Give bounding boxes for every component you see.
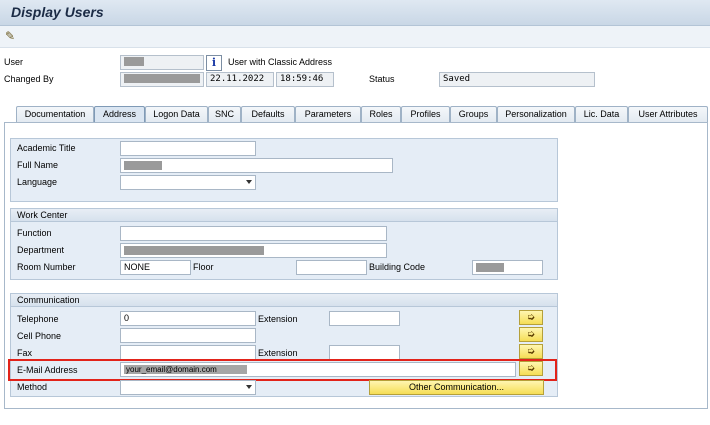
method-label: Method	[17, 382, 48, 392]
tab-groups[interactable]: Groups	[450, 106, 497, 122]
method-dropdown[interactable]	[120, 380, 256, 395]
user-type-text: User with Classic Address	[228, 57, 333, 67]
function-field[interactable]	[120, 226, 387, 241]
redacted-building-code	[476, 263, 504, 273]
title-bar	[0, 0, 710, 26]
tab-user-attributes[interactable]: User Attributes	[628, 106, 708, 122]
application-toolbar	[0, 26, 710, 48]
chevron-down-icon	[246, 385, 252, 389]
tab-defaults[interactable]: Defaults	[241, 106, 295, 122]
language-dropdown[interactable]	[120, 175, 256, 190]
full-name-field[interactable]	[120, 158, 393, 173]
tab-personalization[interactable]: Personalization	[497, 106, 575, 122]
redacted-changed-by	[124, 74, 200, 83]
fax-more-button[interactable]: ➭	[519, 344, 543, 359]
changed-date-field[interactable]: 22.11.2022	[206, 72, 274, 87]
user-label: User	[4, 57, 24, 67]
building-code-field[interactable]	[472, 260, 543, 275]
changed-by-label: Changed By	[4, 74, 54, 84]
work-center-title: Work Center	[11, 209, 557, 222]
redacted-user	[124, 57, 144, 66]
communication-title: Communication	[11, 294, 557, 307]
chevron-down-icon	[246, 180, 252, 184]
floor-label: Floor	[193, 262, 214, 272]
cell-phone-more-button[interactable]: ➭	[519, 327, 543, 342]
tab-lic-data[interactable]: Lic. Data	[575, 106, 628, 122]
page-title: Display Users	[11, 4, 104, 20]
telephone-more-button[interactable]: ➭	[519, 310, 543, 325]
tab-address[interactable]: Address	[94, 106, 145, 123]
room-number-field[interactable]: NONE	[120, 260, 191, 275]
status-label: Status	[369, 74, 395, 84]
function-label: Function	[17, 228, 52, 238]
academic-title-label: Academic Title	[17, 143, 76, 153]
email-label: E-Mail Address	[17, 365, 78, 375]
language-label: Language	[17, 177, 58, 187]
tab-documentation[interactable]: Documentation	[16, 106, 94, 122]
fax-field[interactable]	[120, 345, 256, 360]
full-name-label: Full Name	[17, 160, 59, 170]
floor-field[interactable]	[296, 260, 367, 275]
tab-roles[interactable]: Roles	[361, 106, 401, 122]
redacted-department	[124, 246, 264, 256]
changed-time-field[interactable]: 18:59:46	[276, 72, 334, 87]
status-field[interactable]: Saved	[439, 72, 595, 87]
telephone-extension-field[interactable]	[329, 311, 400, 326]
telephone-label: Telephone	[17, 314, 59, 324]
user-field[interactable]	[120, 55, 204, 70]
tab-profiles[interactable]: Profiles	[401, 106, 450, 122]
info-icon[interactable]: i	[206, 55, 222, 71]
tab-logon-data[interactable]: Logon Data	[145, 106, 208, 122]
building-code-label: Building Code	[369, 262, 426, 272]
extension-label: Extension	[258, 314, 298, 324]
tab-strip: Documentation Address Logon Data SNC Def…	[0, 106, 710, 123]
room-number-label: Room Number	[17, 262, 76, 272]
redacted-full-name	[124, 161, 162, 171]
display-change-icon[interactable]: ✎	[5, 29, 19, 43]
cell-phone-field[interactable]	[120, 328, 256, 343]
department-field[interactable]	[120, 243, 387, 258]
other-communication-button[interactable]: Other Communication...	[369, 380, 544, 395]
email-more-button[interactable]: ➭	[519, 361, 543, 376]
fax-extension-field[interactable]	[329, 345, 400, 360]
tab-snc[interactable]: SNC	[208, 106, 241, 122]
changed-by-field[interactable]	[120, 72, 204, 87]
email-field[interactable]: your_email@domain.com	[120, 362, 516, 377]
telephone-field[interactable]: 0	[120, 311, 256, 326]
email-value: your_email@domain.com	[124, 365, 247, 374]
cell-phone-label: Cell Phone	[17, 331, 62, 341]
tab-parameters[interactable]: Parameters	[295, 106, 361, 122]
academic-title-field[interactable]	[120, 141, 256, 156]
department-label: Department	[17, 245, 65, 255]
